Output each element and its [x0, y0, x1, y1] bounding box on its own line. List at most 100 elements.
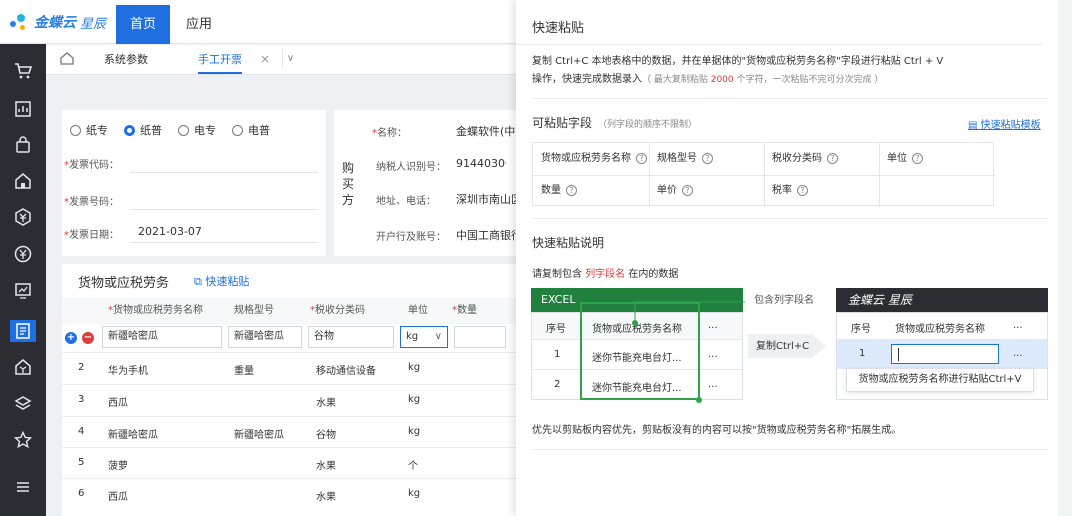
edit-name-input[interactable]: 新疆哈密瓜: [102, 326, 222, 348]
menu-icon[interactable]: [12, 478, 34, 500]
drawer-description: 复制 Ctrl+C 本地表格中的数据，并在单据体的"货物或应税劳务名称"字段进行…: [532, 56, 944, 85]
drawer-title: 快速粘贴: [532, 21, 585, 36]
invoice-code-field[interactable]: [130, 172, 318, 173]
fields-title: 可粘贴字段 （列字段的顺序不限制）: [532, 116, 698, 130]
divider: [532, 449, 1048, 450]
layers-icon[interactable]: [12, 395, 34, 417]
field-name: 货物或应税劳务名称?: [533, 143, 647, 175]
invoice-type-group: 纸专 纸普 电专 电普: [70, 122, 270, 138]
buyer-tax-field[interactable]: 914403000: [456, 157, 506, 170]
chevron-down-icon[interactable]: ∨: [282, 49, 298, 69]
radio-e-special[interactable]: 电专: [178, 122, 216, 138]
table-row[interactable]: 2 华为手机 重量 移动通信设备 kg: [62, 352, 516, 383]
star-icon[interactable]: [12, 430, 34, 453]
invoice-date-label: *发票日期：: [64, 230, 119, 241]
logo-icon: [8, 11, 30, 33]
divider: [532, 218, 1048, 219]
help-instruction: 请复制包含 列字段名 在内的数据: [532, 269, 679, 280]
footer-note: 优先以剪贴板内容优先，剪贴板没有的内容可以按"货物或应税劳务名称"拓展生成。: [532, 425, 902, 436]
help-icon: ?: [682, 185, 693, 196]
buyer-card: 购买方 *名称： 金蝶软件(中国 纳税人识别号： 914403000 地址、电话…: [334, 110, 516, 256]
selection-handle: [696, 397, 702, 403]
left-rail: [0, 44, 46, 516]
edit-code-input[interactable]: 谷物: [308, 326, 394, 348]
divider: [130, 242, 318, 243]
edit-qty-input[interactable]: [454, 326, 506, 348]
close-icon[interactable]: ×: [260, 45, 270, 74]
field-tax-rate: 税率?: [764, 175, 808, 207]
brand-logo[interactable]: 金蝶云 星辰: [8, 10, 106, 34]
chevron-down-icon: ∨: [434, 331, 442, 342]
tax-icon[interactable]: [12, 358, 34, 380]
bag-icon[interactable]: [12, 136, 34, 158]
quick-paste-drawer: 快速粘贴 复制 Ctrl+C 本地表格中的数据，并在单据体的"货物或应税劳务名称…: [516, 0, 1072, 516]
col-unit: 单位: [408, 305, 428, 316]
goods-title: 货物或应税劳务: [78, 276, 170, 291]
callout-line: [634, 301, 745, 323]
field-spec: 规格型号?: [649, 143, 713, 175]
table-row[interactable]: 4 新疆哈密瓜 新疆哈密瓜 谷物 kg: [62, 416, 516, 447]
help-icon: ?: [636, 153, 647, 164]
template-link[interactable]: ▤ 快速粘贴模板: [968, 116, 1041, 131]
quick-paste-link[interactable]: ⧉ 快速粘贴: [194, 273, 249, 289]
radio-paper-special[interactable]: 纸专: [70, 122, 108, 138]
table-row[interactable]: 5 菠萝 水果个: [62, 447, 516, 478]
buyer-tax-label: 纳税人识别号：: [376, 162, 446, 173]
buyer-name-field[interactable]: 金蝶软件(中国: [456, 123, 516, 139]
nav-app[interactable]: 应用: [186, 5, 212, 44]
table-row[interactable]: 3 西瓜 水果 kg: [62, 384, 516, 415]
invoice-info-card: 纸专 纸普 电专 电普 *发票代码： *发票号码： *发票日期： 2021-03…: [62, 110, 326, 256]
buyer-name-label: *名称：: [372, 128, 407, 139]
field-qty: 数量?: [533, 175, 577, 207]
buyer-addr-field[interactable]: 深圳市南山区: [456, 191, 516, 207]
radio-paper-normal[interactable]: 纸普: [124, 122, 162, 138]
col-spec: 规格型号: [234, 305, 274, 316]
buyer-bank-label: 开户行及账号：: [376, 232, 446, 243]
help-icon: ?: [702, 153, 713, 164]
divider: [532, 98, 1048, 99]
home-tab-icon[interactable]: [60, 51, 76, 67]
field-unit: 单位?: [879, 143, 923, 175]
report-icon[interactable]: [12, 282, 34, 304]
help-icon: ?: [797, 185, 808, 196]
edit-spec-input[interactable]: 新疆哈密瓜: [228, 326, 302, 348]
buyer-addr-label: 地址、电话：: [376, 196, 436, 207]
help-icon: ?: [912, 153, 923, 164]
invoice-number-field[interactable]: [130, 209, 318, 210]
table-row[interactable]: 6 西瓜 水果 kg: [62, 478, 516, 509]
buyer-side-label: 购买方: [342, 161, 355, 207]
stock-chart-icon[interactable]: [12, 100, 34, 122]
add-row-icon[interactable]: +: [65, 332, 77, 344]
help-icon: ?: [827, 153, 838, 164]
callout-label: 包含列字段名: [754, 295, 814, 306]
buyer-bank-field[interactable]: 中国工商银行: [456, 227, 516, 243]
invoice-number-label: *发票号码：: [64, 197, 119, 208]
document-icon: ▤: [968, 120, 981, 131]
invoice-date-field[interactable]: 2021-03-07: [138, 225, 202, 238]
goods-section: 货物或应税劳务 ⧉ 快速粘贴 *货物或应税劳务名称 规格型号 *税收分类码 单位…: [62, 264, 516, 516]
nav-home[interactable]: 首页: [116, 5, 170, 44]
finance-icon[interactable]: [12, 208, 34, 230]
yen-icon[interactable]: [12, 245, 34, 267]
field-code: 税收分类码?: [764, 143, 838, 175]
invoice-icon[interactable]: [10, 320, 36, 342]
clipboard-icon: ⧉: [194, 275, 206, 288]
brand-name: 金蝶云: [34, 15, 76, 31]
paste-target-input[interactable]: [891, 344, 999, 364]
help-title: 快速粘贴说明: [532, 236, 605, 250]
top-bar: 金蝶云 星辰 首页 应用: [0, 0, 516, 44]
paste-tooltip: 货物或应税劳务名称进行粘贴Ctrl+V: [846, 368, 1034, 392]
unit-select[interactable]: kg ∨: [400, 326, 448, 348]
brand-sub: 星辰: [80, 16, 107, 32]
cart-icon[interactable]: [12, 62, 34, 84]
help-icon: ?: [566, 185, 577, 196]
radio-e-normal[interactable]: 电普: [232, 122, 270, 138]
remove-row-icon[interactable]: −: [82, 332, 94, 344]
kingdee-header: 金蝶云 星辰: [836, 288, 1048, 312]
copy-shortcut-label: 复制Ctrl+C: [756, 341, 810, 352]
col-qty: *数量: [452, 305, 477, 316]
divider: [516, 44, 1042, 45]
tab-system-params[interactable]: 系统参数: [104, 45, 148, 74]
home-icon[interactable]: [12, 172, 34, 194]
tab-manual-invoice[interactable]: 手工开票: [198, 45, 242, 74]
